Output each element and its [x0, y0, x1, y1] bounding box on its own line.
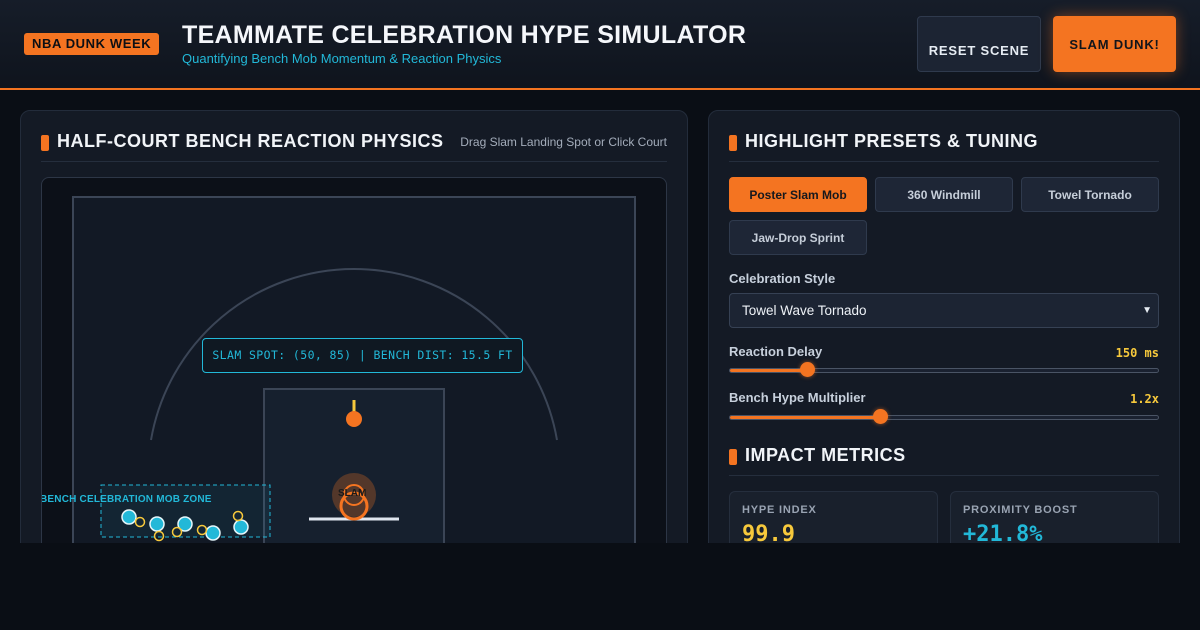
presets-panel: HIGHLIGHT PRESETS & TUNING Poster Slam M… [708, 110, 1180, 610]
slam-dunk-button[interactable]: SLAM DUNK! [1053, 16, 1176, 72]
metrics-header: IMPACT METRICS [729, 445, 1159, 476]
presets-panel-title: HIGHLIGHT PRESETS & TUNING [745, 131, 1039, 151]
court-panel-title: HALF-COURT BENCH REACTION PHYSICS [57, 131, 444, 151]
bench-player [233, 519, 249, 535]
reaction-delay-label: Reaction Delay [729, 344, 823, 359]
court-panel-header: HALF-COURT BENCH REACTION PHYSICS Drag S… [41, 131, 667, 162]
basketball [346, 411, 362, 427]
bench-player [121, 509, 137, 525]
proximity-boost-label: PROXIMITY BOOST [963, 504, 1078, 516]
bench-player [149, 516, 165, 532]
metrics-title: IMPACT METRICS [745, 445, 906, 465]
preset-poster-slam-mob[interactable]: Poster Slam Mob [729, 177, 867, 212]
app-title: TEAMMATE CELEBRATION HYPE SIMULATOR [182, 21, 747, 49]
bench-player [205, 525, 221, 541]
slam-readout: SLAM SPOT: (50, 85) | BENCH DIST: 15.5 F… [202, 338, 523, 373]
bench-zone-label: BENCH CELEBRATION MOB ZONE [41, 494, 212, 505]
reset-scene-button[interactable]: RESET SCENE [917, 16, 1041, 72]
preset-360-windmill[interactable]: 360 Windmill [875, 177, 1013, 212]
slam-marker-label[interactable]: SLAM [338, 488, 366, 499]
hype-multiplier-value: 1.2x [1130, 392, 1159, 406]
presets-panel-header: HIGHLIGHT PRESETS & TUNING [729, 131, 1159, 162]
court-hint: Drag Slam Landing Spot or Click Court [460, 135, 667, 149]
accent-marker [729, 135, 737, 151]
bottom-band [0, 543, 1200, 630]
preset-jaw-drop-sprint[interactable]: Jaw-Drop Sprint [729, 220, 867, 255]
accent-marker [41, 135, 49, 151]
hype-multiplier-slider[interactable] [729, 409, 1159, 424]
slider-fill [730, 369, 808, 372]
chevron-down-icon: ▼ [1142, 305, 1152, 316]
celebration-style-value: Towel Wave Tornado [742, 303, 867, 318]
reaction-delay-value: 150 ms [1115, 346, 1159, 360]
event-badge: NBA DUNK WEEK [24, 33, 160, 55]
celebration-style-select[interactable]: Towel Wave Tornado ▼ [729, 293, 1159, 328]
slider-thumb[interactable] [800, 362, 816, 377]
slider-thumb[interactable] [872, 409, 888, 424]
hype-multiplier-label: Bench Hype Multiplier [729, 390, 866, 405]
app-subtitle: Quantifying Bench Mob Momentum & Reactio… [182, 51, 502, 66]
preset-towel-tornado[interactable]: Towel Tornado [1021, 177, 1159, 212]
hype-index-label: HYPE INDEX [742, 504, 817, 516]
top-bar: NBA DUNK WEEK TEAMMATE CELEBRATION HYPE … [0, 0, 1200, 90]
celebration-style-label: Celebration Style [729, 271, 836, 286]
slider-fill [730, 416, 880, 419]
accent-marker [729, 449, 737, 465]
reaction-delay-slider[interactable] [729, 362, 1159, 377]
court-panel: HALF-COURT BENCH REACTION PHYSICS Drag S… [20, 110, 688, 610]
